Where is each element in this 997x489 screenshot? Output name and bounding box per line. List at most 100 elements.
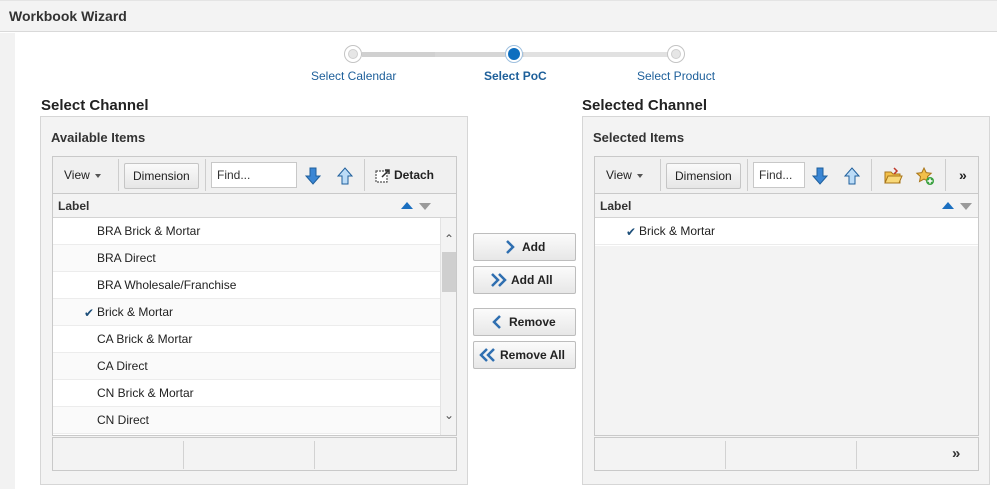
- select-channel-title: Select Channel: [41, 97, 149, 114]
- train-connector-2: [524, 52, 669, 57]
- vertical-scrollbar[interactable]: ⌃ ⌄: [440, 218, 456, 435]
- table-row[interactable]: BRA Brick & Mortar: [53, 218, 440, 245]
- footer-separator: [314, 441, 315, 469]
- detach-button[interactable]: Detach: [386, 163, 442, 189]
- dimension-button[interactable]: Dimension: [124, 163, 199, 189]
- table-row[interactable]: ✔ Brick & Mortar: [53, 299, 440, 326]
- find-input[interactable]: [211, 162, 297, 188]
- view-menu-label: View: [64, 168, 90, 182]
- chevron-down-icon: [94, 173, 101, 178]
- dimension-label: Dimension: [133, 169, 190, 183]
- row-label: BRA Brick & Mortar: [97, 224, 201, 238]
- train-label-product[interactable]: Select Product: [637, 69, 715, 83]
- selected-items-panel: Selected Items View Dimension »: [582, 116, 990, 485]
- selected-channel-title: Selected Channel: [582, 97, 708, 114]
- train-label-poc[interactable]: Select PoC: [484, 69, 547, 83]
- scroll-down-icon[interactable]: ⌄: [444, 408, 454, 422]
- table-header: Label: [595, 194, 978, 218]
- row-label: CA Direct: [97, 359, 148, 373]
- selected-toolbar: View Dimension »: [594, 156, 979, 194]
- add-label: Add: [522, 240, 546, 254]
- add-all-label: Add All: [511, 273, 553, 287]
- selected-footer: »: [594, 437, 979, 471]
- toolbar-separator: [747, 159, 748, 191]
- chevron-left-icon: [492, 315, 501, 329]
- available-items-table: Label BRA Brick & Mortar BRA Direct BRA Wh…: [52, 194, 457, 436]
- toolbar-separator: [871, 159, 872, 191]
- row-label: Brick & Mortar: [97, 305, 174, 319]
- footer-separator: [183, 441, 184, 469]
- window-title: Workbook Wizard: [9, 8, 127, 24]
- toolbar-separator: [118, 159, 119, 191]
- table-row[interactable]: CN Direct: [53, 407, 440, 434]
- train-stop-calendar[interactable]: [344, 45, 362, 63]
- table-header: Label: [53, 194, 456, 218]
- available-items-panel: Available Items View Dimension Detach La…: [40, 116, 468, 485]
- toolbar-separator: [945, 159, 946, 191]
- add-favorite-star-icon[interactable]: [915, 166, 935, 186]
- row-label: CN Brick & Mortar: [97, 386, 194, 400]
- remove-button[interactable]: Remove: [473, 308, 576, 336]
- left-gutter: [0, 33, 15, 489]
- dimension-label: Dimension: [675, 169, 732, 183]
- view-menu-button[interactable]: View: [56, 163, 109, 189]
- move-up-arrow-icon[interactable]: [335, 166, 355, 186]
- double-chevron-right-icon: [491, 273, 507, 287]
- sort-descending-icon[interactable]: [960, 203, 972, 210]
- footer-overflow-button[interactable]: »: [952, 445, 960, 462]
- sort-ascending-icon[interactable]: [401, 202, 413, 209]
- find-input[interactable]: [753, 162, 805, 188]
- table-row[interactable]: CN Brick & Mortar: [53, 380, 440, 407]
- empty-table-area: [595, 246, 978, 435]
- sort-ascending-icon[interactable]: [942, 202, 954, 209]
- chevron-down-icon: [636, 173, 643, 178]
- selected-items-header: Selected Items: [593, 130, 685, 145]
- title-bar: Workbook Wizard: [0, 0, 997, 32]
- column-label-header[interactable]: Label: [600, 199, 631, 213]
- remove-all-label: Remove All: [500, 348, 565, 362]
- toolbar-separator: [660, 159, 661, 191]
- double-chevron-left-icon: [479, 348, 495, 362]
- view-menu-button[interactable]: View: [598, 163, 651, 189]
- toolbar-separator: [364, 159, 365, 191]
- table-row[interactable]: BRA Wholesale/Franchise: [53, 272, 440, 299]
- row-label: Brick & Mortar: [639, 224, 716, 238]
- table-row[interactable]: CA Brick & Mortar: [53, 326, 440, 353]
- remove-all-button[interactable]: Remove All: [473, 341, 576, 369]
- row-label: BRA Wholesale/Franchise: [97, 278, 237, 292]
- add-button[interactable]: Add: [473, 233, 576, 261]
- toolbar-separator: [205, 159, 206, 191]
- train-label-calendar[interactable]: Select Calendar: [311, 69, 396, 83]
- available-footer: [52, 437, 457, 471]
- sort-descending-icon[interactable]: [419, 203, 431, 210]
- scrollbar-thumb[interactable]: [442, 252, 456, 292]
- selected-items-table: Label ✔ Brick & Mortar: [594, 194, 979, 436]
- row-label: CA Brick & Mortar: [97, 332, 193, 346]
- chevron-right-icon: [506, 240, 515, 254]
- move-down-arrow-icon[interactable]: [303, 166, 323, 186]
- detach-label: Detach: [394, 168, 435, 182]
- column-label-header[interactable]: Label: [58, 199, 89, 213]
- available-items-header: Available Items: [51, 130, 146, 145]
- table-row[interactable]: BRA Direct: [53, 245, 440, 272]
- view-menu-label: View: [606, 168, 632, 182]
- remove-label: Remove: [509, 315, 556, 329]
- row-label: CN Direct: [97, 413, 150, 427]
- open-folder-icon[interactable]: [883, 166, 903, 186]
- checkmark-icon: ✔: [84, 306, 95, 320]
- add-all-button[interactable]: Add All: [473, 266, 576, 294]
- move-up-arrow-icon[interactable]: [842, 166, 862, 186]
- train-stop-poc[interactable]: [505, 45, 523, 63]
- scroll-up-icon[interactable]: ⌃: [444, 232, 454, 246]
- table-row[interactable]: CA Direct: [53, 353, 440, 380]
- train-stop-product[interactable]: [667, 45, 685, 63]
- available-toolbar: View Dimension Detach: [52, 156, 457, 194]
- row-label: BRA Direct: [97, 251, 156, 265]
- toolbar-overflow-button[interactable]: »: [951, 163, 975, 189]
- footer-separator: [725, 441, 726, 469]
- dimension-button[interactable]: Dimension: [666, 163, 741, 189]
- footer-separator: [856, 441, 857, 469]
- table-row[interactable]: ✔ Brick & Mortar: [595, 218, 978, 245]
- checkmark-icon: ✔: [626, 225, 637, 239]
- move-down-arrow-icon[interactable]: [810, 166, 830, 186]
